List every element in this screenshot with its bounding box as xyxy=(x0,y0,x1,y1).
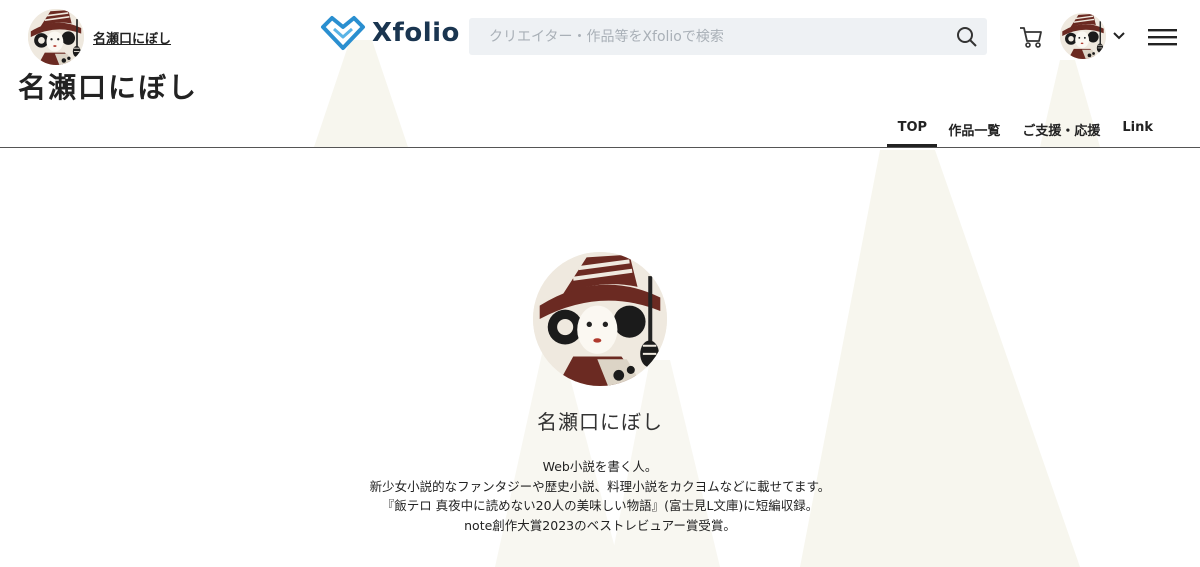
header-divider xyxy=(0,147,1200,148)
user-avatar[interactable] xyxy=(1060,13,1106,59)
tab-link[interactable]: Link xyxy=(1111,106,1164,148)
profile-bio: Web小説を書く人。 新少女小説的なファンタジーや歴史小説、料理小説をカクヨムな… xyxy=(0,457,1200,535)
creator-mini-link[interactable]: 名瀬口にぼし xyxy=(28,9,171,65)
search-button[interactable] xyxy=(947,18,987,55)
bio-line: 『飯テロ 真夜中に読めない20人の美味しい物語』(富士見L文庫)に短編収録。 xyxy=(381,498,819,513)
profile-tabs: TOP 作品一覧 ご支援・応援 Link xyxy=(887,106,1164,148)
hamburger-menu-icon xyxy=(1148,29,1177,46)
chevron-down-icon[interactable] xyxy=(1112,31,1126,41)
bio-line: Web小説を書く人。 xyxy=(542,459,658,474)
site-header: 名瀬口にぼし Xfolio xyxy=(0,0,1200,75)
bio-line: 新少女小説的なファンタジーや歴史小説、料理小説をカクヨムなどに載せてます。 xyxy=(369,478,831,494)
creator-avatar[interactable] xyxy=(28,9,84,65)
user-menu[interactable] xyxy=(1060,13,1126,59)
xfolio-logo[interactable]: Xfolio xyxy=(320,15,460,51)
profile-section: 名瀬口にぼし Web小説を書く人。 新少女小説的なファンタジーや歴史小説、料理小… xyxy=(0,252,1200,535)
search-bar xyxy=(469,18,987,55)
profile-name: 名瀬口にぼし xyxy=(537,410,663,434)
cart-icon xyxy=(1020,27,1042,48)
xfolio-diamond-icon xyxy=(321,16,365,50)
logo-text: Xfolio xyxy=(372,18,460,48)
page-title: 名瀬口にぼし xyxy=(18,71,199,104)
creator-name-link[interactable]: 名瀬口にぼし xyxy=(93,28,171,47)
bio-line: note創作大賞2023のベストレビュアー賞受賞。 xyxy=(464,517,736,533)
profile-avatar xyxy=(533,252,667,386)
search-input[interactable] xyxy=(469,18,947,55)
tab-top[interactable]: TOP xyxy=(887,106,938,148)
tab-support[interactable]: ご支援・応援 xyxy=(1011,106,1111,148)
hamburger-menu-button[interactable] xyxy=(1148,27,1178,51)
tab-works[interactable]: 作品一覧 xyxy=(937,106,1011,148)
cart-button[interactable] xyxy=(1018,24,1044,54)
search-icon xyxy=(957,26,977,47)
